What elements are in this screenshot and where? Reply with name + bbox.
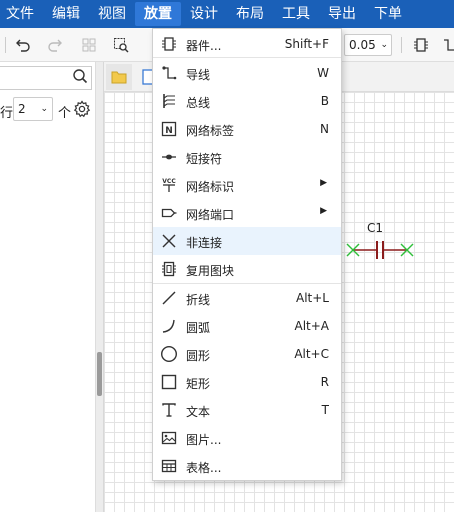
menu-item-component[interactable]: 器件... Shift+F: [153, 30, 341, 58]
menu-item-label: 器件...: [186, 39, 222, 53]
no-connect-icon: [160, 232, 178, 250]
menu-item-circle[interactable]: 圆形 Alt+C: [153, 340, 341, 368]
menu-order[interactable]: 下单: [365, 2, 411, 26]
menu-item-label: 网络标签: [186, 124, 235, 138]
menu-item-text[interactable]: 文本 T: [153, 396, 341, 424]
component-icon[interactable]: [412, 36, 430, 54]
short-icon: [160, 148, 178, 166]
menu-item-label: 网络端口: [186, 208, 235, 222]
submenu-arrow-icon: ▶: [320, 206, 327, 216]
menu-layout[interactable]: 布局: [227, 2, 273, 26]
menu-item-net-flag[interactable]: VCC 网络标识 ▶: [153, 171, 341, 199]
menu-item-image[interactable]: 图片...: [153, 424, 341, 452]
menu-item-label: 圆弧: [186, 321, 211, 335]
row-count-select[interactable]: 2 ⌄: [13, 97, 53, 121]
menu-item-rectangle[interactable]: 矩形 R: [153, 368, 341, 396]
submenu-arrow-icon: ▶: [320, 178, 327, 188]
menu-item-label: 折线: [186, 293, 211, 307]
splitter-handle[interactable]: [97, 352, 102, 396]
svg-text:N: N: [165, 126, 173, 136]
menu-edit[interactable]: 编辑: [43, 2, 89, 26]
menu-item-label: 文本: [186, 405, 211, 419]
redo-icon[interactable]: [46, 36, 64, 54]
menu-item-shortcut: Shift+F: [284, 37, 329, 51]
menu-item-no-connect[interactable]: 非连接: [153, 227, 341, 255]
wire-icon[interactable]: [440, 36, 454, 54]
menu-item-shortcut: Alt+L: [296, 291, 329, 305]
menu-item-label: 导线: [186, 68, 211, 82]
arc-icon: [160, 317, 178, 335]
svg-text:VCC: VCC: [162, 178, 176, 185]
capacitor-symbol[interactable]: [344, 240, 416, 260]
component-designator: C1: [367, 221, 384, 235]
menu-tools[interactable]: 工具: [273, 2, 319, 26]
left-panel: 行 2 ⌄ 个: [0, 62, 96, 512]
menu-item-label: 非连接: [186, 236, 223, 250]
menu-item-shortcut: N: [320, 122, 329, 136]
zoom-value: 0.05: [349, 38, 376, 52]
polyline-icon: [160, 289, 178, 307]
zoom-select[interactable]: 0.05 ⌄: [344, 34, 392, 56]
menu-separator: [153, 57, 341, 58]
menu-item-label: 复用图块: [186, 264, 235, 278]
folder-icon[interactable]: [106, 64, 132, 90]
row-label: 行: [0, 106, 14, 121]
net-label-icon: N: [160, 120, 178, 138]
component-icon: [160, 35, 178, 53]
menu-design[interactable]: 设计: [181, 2, 227, 26]
menu-item-short[interactable]: 短接符: [153, 143, 341, 171]
menu-item-arc[interactable]: 圆弧 Alt+A: [153, 312, 341, 340]
zoom-area-icon[interactable]: [112, 36, 130, 54]
toolbar-separator: [5, 37, 6, 53]
menu-item-shortcut: Alt+A: [294, 319, 329, 333]
place-menu-dropdown: 器件... Shift+F 导线 W 总线 B N 网络标签 N 短接符 VCC…: [152, 28, 342, 481]
table-icon: [160, 457, 178, 475]
menu-item-label: 总线: [186, 96, 211, 110]
reuse-block-icon: [160, 260, 178, 278]
search-icon[interactable]: [72, 68, 88, 84]
wire-icon: [160, 64, 178, 82]
undo-icon[interactable]: [14, 36, 32, 54]
chevron-down-icon: ⌄: [40, 104, 48, 114]
menu-item-net-label[interactable]: N 网络标签 N: [153, 115, 341, 143]
menu-item-shortcut: T: [321, 403, 329, 417]
bus-icon: [160, 92, 178, 110]
rectangle-icon: [160, 373, 178, 391]
menu-item-label: 短接符: [186, 152, 223, 166]
menu-item-wire[interactable]: 导线 W: [153, 59, 341, 87]
menu-item-shortcut: W: [317, 66, 329, 80]
grid-select-icon[interactable]: [80, 36, 98, 54]
panel-splitter[interactable]: [96, 62, 104, 512]
menu-file[interactable]: 文件: [0, 2, 43, 26]
menu-export[interactable]: 导出: [319, 2, 365, 26]
menu-item-label: 图片...: [186, 433, 222, 447]
menu-item-polyline[interactable]: 折线 Alt+L: [153, 284, 341, 312]
menu-item-shortcut: B: [320, 94, 329, 108]
menu-place[interactable]: 放置: [135, 2, 181, 26]
row-unit: 个: [58, 106, 72, 121]
menu-item-net-port[interactable]: 网络端口 ▶: [153, 199, 341, 227]
menu-view[interactable]: 视图: [89, 2, 135, 26]
menu-item-label: 表格...: [186, 461, 222, 475]
image-icon: [160, 429, 178, 447]
circle-icon: [160, 345, 178, 363]
row-count-value: 2: [18, 102, 26, 116]
chevron-down-icon: ⌄: [380, 40, 388, 50]
toolbar-separator: [401, 37, 402, 53]
net-flag-icon: VCC: [160, 176, 178, 194]
text-icon: [160, 401, 178, 419]
menu-item-bus[interactable]: 总线 B: [153, 87, 341, 115]
menu-item-label: 圆形: [186, 349, 211, 363]
menu-item-reuse-block[interactable]: 复用图块: [153, 255, 341, 283]
menu-item-label: 网络标识: [186, 180, 235, 194]
gear-icon[interactable]: [73, 100, 91, 118]
menubar: 文件 编辑 视图 放置 设计 布局 工具 导出 下单: [0, 0, 454, 28]
menu-item-label: 矩形: [186, 377, 211, 391]
menu-item-shortcut: R: [320, 375, 329, 389]
menu-item-shortcut: Alt+C: [294, 347, 329, 361]
menu-item-table[interactable]: 表格...: [153, 452, 341, 480]
net-port-icon: [160, 204, 178, 222]
